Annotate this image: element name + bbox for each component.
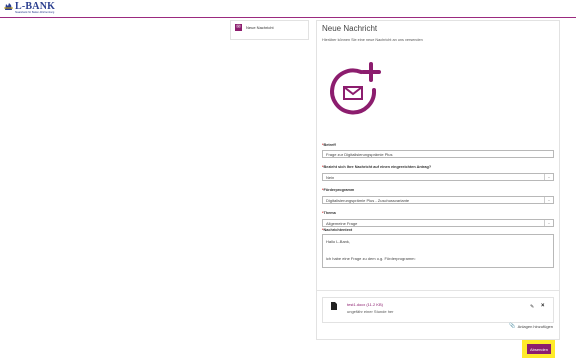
close-icon[interactable]: × <box>541 303 545 309</box>
add-message-icon <box>330 62 381 115</box>
envelope-icon: ✉ <box>235 24 242 31</box>
thema-label: *Thema <box>322 211 336 215</box>
nachrichtentext-label: *Nachrichtentext <box>322 228 353 232</box>
send-button[interactable]: Absenden <box>527 344 551 354</box>
add-attachment-label: Anlagen hinzufügen <box>517 323 553 329</box>
page-title: Neue Nachricht <box>322 24 378 33</box>
chevron-down-icon: ⌄ <box>544 174 553 180</box>
sidebar-item-neue-nachricht[interactable]: ✉ Neue Nachricht <box>235 24 274 31</box>
thema-select[interactable]: Allgemeine Frage ⌄ <box>322 219 554 227</box>
betreff-label: *Betreff <box>322 143 336 147</box>
betreff-input[interactable]: Frage zur Digitalisierungsprämie Plus <box>322 150 554 158</box>
message-panel: Neue Nachricht Hierüber können Sie eine … <box>316 20 560 340</box>
attachment-name-link[interactable]: test1.docx (11.2 KB) <box>347 302 383 307</box>
attachment-time: ungefähr einer Stunde her <box>347 309 394 314</box>
sidebar-item-label: Neue Nachricht <box>246 25 274 30</box>
bezug-select[interactable]: Nein ⌄ <box>322 173 554 181</box>
lion-logo-icon <box>4 2 13 11</box>
chevron-down-icon: ⌄ <box>544 220 553 226</box>
bezug-label: *Bezieht sich Ihre Nachricht auf einen e… <box>322 165 432 169</box>
foerderprogramm-label: *Förderprogramm <box>322 188 355 192</box>
foerderprogramm-select[interactable]: Digitalisierungsprämie Plus - Zuschussva… <box>322 196 554 204</box>
nachrichtentext-textarea[interactable]: Hallo L-Bank, ich habe eine Frage zu dem… <box>322 234 554 268</box>
document-icon <box>331 302 337 310</box>
pencil-icon[interactable]: ✎ <box>530 304 534 310</box>
add-attachment-link[interactable]: 📎 Anlagen hinzufügen <box>509 323 553 329</box>
top-bar: L-BANK Staatsbank für Baden-Württemberg <box>0 0 576 18</box>
divider <box>317 290 559 291</box>
paperclip-icon: 📎 <box>509 323 516 329</box>
message-line-2: ich habe eine Frage zu dem o.g. Förderpr… <box>326 256 416 261</box>
page-subtitle: Hierüber können Sie eine neue Nachricht … <box>322 38 423 42</box>
message-line-1: Hallo L-Bank, <box>326 239 351 244</box>
sidebar: ✉ Neue Nachricht <box>230 20 309 40</box>
brand-tagline: Staatsbank für Baden-Württemberg <box>15 11 55 14</box>
send-highlight: Absenden <box>522 340 555 358</box>
chevron-down-icon: ⌄ <box>544 197 553 203</box>
attachment-card: test1.docx (11.2 KB) ungefähr einer Stun… <box>322 297 554 323</box>
